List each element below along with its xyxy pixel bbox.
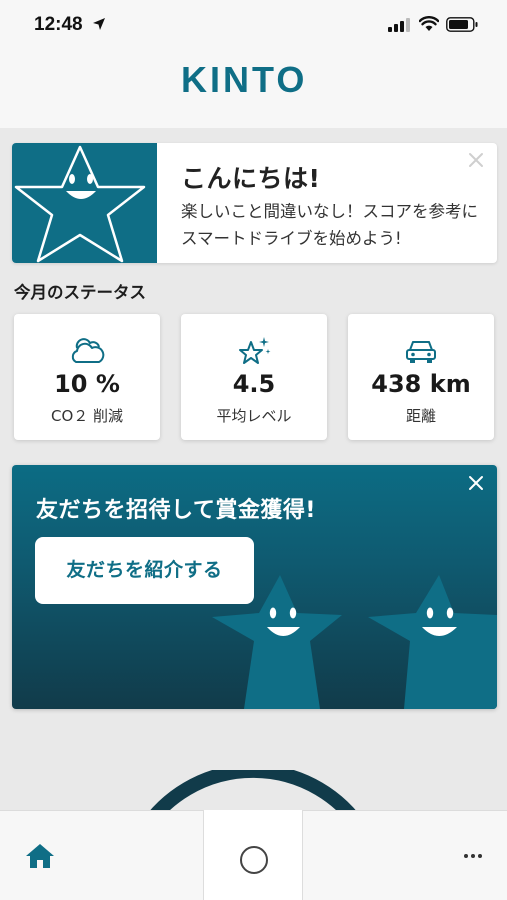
cellular-signal-icon [388,18,410,32]
bottom-navigation [0,810,507,900]
stat-value: 10 % [54,370,120,398]
car-icon [406,341,436,363]
close-icon[interactable] [467,474,485,492]
status-time: 12:48 [34,14,83,35]
stat-value: 4.5 [232,370,276,398]
status-bar: 12:48 [0,0,507,50]
greeting-message: 楽しいこと間違いなし！スコアを参考にスマートドライブを始めよう! [181,202,478,248]
circle-icon[interactable] [240,846,268,874]
stat-card-distance[interactable]: 438 km 距離 [348,314,494,440]
sparkle-star-icon [239,337,271,364]
nav-center-tab[interactable] [203,810,303,900]
kinto-logo: KINTO [181,59,307,98]
star-mascot-icon [14,145,146,263]
greeting-card: こんにちは! 楽しいこと間違いなし！スコアを参考にスマートドライブを始めよう! [12,143,497,263]
home-icon[interactable] [24,842,56,870]
app-screen: 12:48 KINTO こんにちは! 楽しいこと間違いなし！スコアを参考にスマー… [0,0,507,900]
invite-friends-banner: 友だちを招待して賞金獲得! 友だちを紹介する [12,465,497,709]
stat-label: 距離 [405,407,436,425]
greeting-title: こんにちは! [181,164,321,193]
cloud-icon [71,338,105,363]
stat-label: CO２ 削減 [50,407,124,425]
wifi-icon [419,16,439,31]
close-icon[interactable] [467,151,485,169]
battery-icon [446,17,478,32]
stat-card-average-level[interactable]: 4.5 平均レベル [181,314,327,440]
stat-card-co2[interactable]: 10 % CO２ 削減 [14,314,160,440]
more-icon[interactable] [463,853,483,859]
refer-friend-button[interactable]: 友だちを紹介する [35,537,254,604]
star-mascot-illustration [12,143,157,263]
app-header: KINTO [0,50,507,128]
invite-title: 友だちを招待して賞金獲得! [36,498,316,523]
stat-value: 438 km [371,370,471,398]
location-arrow-icon [93,18,105,30]
monthly-status-title: 今月のステータス [14,283,146,302]
svg-text:KINTO: KINTO [181,59,307,98]
stat-label: 平均レベル [216,407,292,425]
